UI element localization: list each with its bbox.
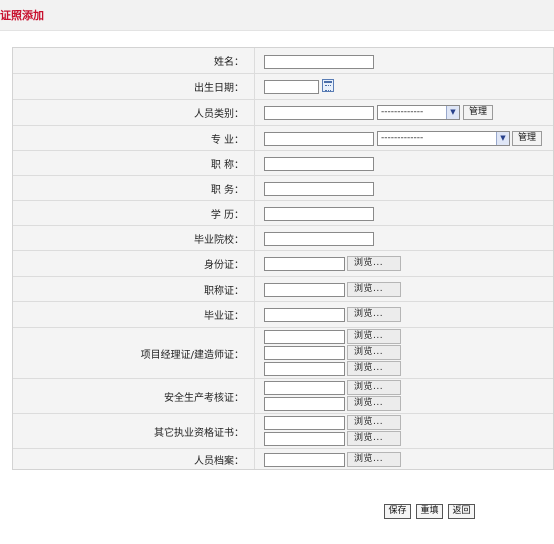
form-row-title: 职 称： <box>13 150 553 175</box>
major-input[interactable] <box>264 132 374 146</box>
archive-browse-button[interactable]: 浏览... <box>347 452 401 467</box>
header-bar <box>0 0 554 31</box>
form-row-safety: 安全生产考核证： 浏览... 浏览... <box>13 378 553 413</box>
form-row-other: 其它执业资格证书： 浏览... 浏览... <box>13 413 553 448</box>
other-file-input-2[interactable] <box>264 432 345 446</box>
other-browse-button-2[interactable]: 浏览... <box>347 431 401 446</box>
form-row-gradcert: 毕业证： 浏览... <box>13 301 553 327</box>
category-select[interactable]: ------------- ▼ <box>377 105 460 120</box>
form-row-category: 人员类别： ------------- ▼ 管理 <box>13 99 553 125</box>
pmcert-browse-button-3[interactable]: 浏览... <box>347 361 401 376</box>
form-row-education: 学 历： <box>13 200 553 225</box>
school-input[interactable] <box>264 232 374 246</box>
calendar-icon[interactable] <box>322 79 334 92</box>
title-input[interactable] <box>264 157 374 171</box>
chevron-down-icon: ▼ <box>446 106 459 119</box>
category-label: 人员类别： <box>13 100 255 125</box>
title-label: 职 称： <box>13 151 255 175</box>
page-title: 证照添加 <box>0 9 44 22</box>
safety-label: 安全生产考核证： <box>13 379 255 413</box>
category-select-value: ------------- <box>381 107 424 117</box>
form-row-pmcert: 项目经理证/建造师证： 浏览... 浏览... 浏览... <box>13 327 553 378</box>
major-label: 专 业： <box>13 126 255 150</box>
birth-date-input[interactable] <box>264 80 319 94</box>
pmcert-browse-button-2[interactable]: 浏览... <box>347 345 401 360</box>
form-row-position: 职 务： <box>13 175 553 200</box>
titlecert-file-input[interactable] <box>264 283 345 297</box>
safety-browse-button-1[interactable]: 浏览... <box>347 380 401 395</box>
back-button[interactable]: 返回 <box>448 504 475 519</box>
archive-file-input[interactable] <box>264 453 345 467</box>
form-row-major: 专 业： ------------- ▼ 管理 <box>13 125 553 150</box>
form-row-name: 姓名： <box>13 48 553 73</box>
idcard-label: 身份证： <box>13 251 255 276</box>
major-manage-button[interactable]: 管理 <box>512 131 542 146</box>
form-row-archive: 人员档案： 浏览... <box>13 448 553 469</box>
education-input[interactable] <box>264 207 374 221</box>
position-input[interactable] <box>264 182 374 196</box>
major-select-value: ------------- <box>381 133 424 143</box>
other-browse-button-1[interactable]: 浏览... <box>347 415 401 430</box>
safety-file-input-1[interactable] <box>264 381 345 395</box>
pmcert-browse-button-1[interactable]: 浏览... <box>347 329 401 344</box>
category-input[interactable] <box>264 106 374 120</box>
pmcert-file-input-3[interactable] <box>264 362 345 376</box>
pmcert-label: 项目经理证/建造师证： <box>13 328 255 378</box>
other-file-input-1[interactable] <box>264 416 345 430</box>
form-row-idcard: 身份证： 浏览... <box>13 250 553 276</box>
safety-browse-button-2[interactable]: 浏览... <box>347 396 401 411</box>
gradcert-browse-button[interactable]: 浏览... <box>347 307 401 322</box>
form-row-school: 毕业院校： <box>13 225 553 250</box>
gradcert-file-input[interactable] <box>264 308 345 322</box>
titlecert-label: 职称证： <box>13 277 255 301</box>
idcard-file-input[interactable] <box>264 257 345 271</box>
pmcert-file-input-1[interactable] <box>264 330 345 344</box>
pmcert-file-input-2[interactable] <box>264 346 345 360</box>
gradcert-label: 毕业证： <box>13 302 255 327</box>
category-manage-button[interactable]: 管理 <box>463 105 493 120</box>
form-row-titlecert: 职称证： 浏览... <box>13 276 553 301</box>
chevron-down-icon: ▼ <box>496 132 509 145</box>
idcard-browse-button[interactable]: 浏览... <box>347 256 401 271</box>
education-label: 学 历： <box>13 201 255 225</box>
other-label: 其它执业资格证书： <box>13 414 255 448</box>
safety-file-input-2[interactable] <box>264 397 345 411</box>
name-input[interactable] <box>264 55 374 69</box>
position-label: 职 务： <box>13 176 255 200</box>
birth-label: 出生日期： <box>13 74 255 99</box>
archive-label: 人员档案： <box>13 449 255 469</box>
save-button[interactable]: 保存 <box>384 504 411 519</box>
titlecert-browse-button[interactable]: 浏览... <box>347 282 401 297</box>
reset-button[interactable]: 重填 <box>416 504 443 519</box>
major-select[interactable]: ------------- ▼ <box>377 131 510 146</box>
school-label: 毕业院校： <box>13 226 255 250</box>
form-row-birth: 出生日期： <box>13 73 553 99</box>
name-label: 姓名： <box>13 48 255 73</box>
form-panel: 姓名： 出生日期： 人员类别： ------------- ▼ 管理 专 业： … <box>12 47 554 470</box>
